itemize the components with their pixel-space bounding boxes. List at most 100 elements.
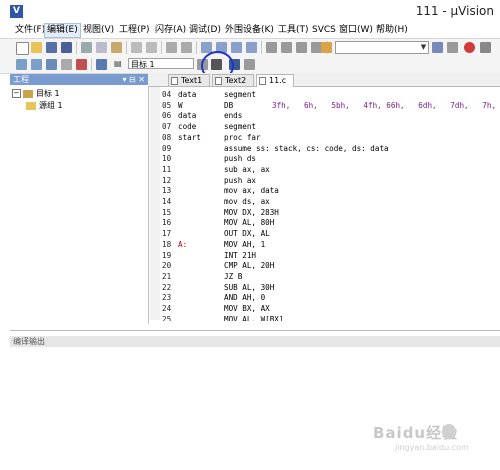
line-number: 17: [162, 229, 172, 239]
toolbar-separator: [161, 41, 162, 54]
debug-session-icon[interactable]: [464, 42, 475, 53]
line-number: 23: [162, 293, 172, 303]
comment-icon[interactable]: [296, 42, 307, 53]
stop-build-icon[interactable]: [76, 59, 87, 70]
tab-label: Text1: [181, 76, 203, 85]
file-icon: [215, 77, 222, 85]
build-icon[interactable]: [31, 59, 42, 70]
app-icon: V: [10, 5, 23, 18]
code-instruction: sub ax, ax: [224, 164, 270, 174]
menu-svcs[interactable]: SVCS: [310, 24, 338, 37]
collapse-icon[interactable]: −: [12, 89, 21, 98]
line-number: 15: [162, 207, 172, 217]
line-number: 16: [162, 218, 172, 228]
line-number: 20: [162, 261, 172, 271]
menu-bar: 文件(F) 编辑(E) 视图(V) 工程(P) 闪存(A) 调试(D) 外围设备…: [0, 23, 500, 39]
line-number: 13: [162, 186, 172, 196]
line-number: 09: [162, 143, 172, 153]
line-number: 18: [162, 239, 172, 249]
tab-11c[interactable]: 11.c: [256, 74, 294, 87]
target-select[interactable]: 目标 1: [128, 58, 194, 69]
code-instruction: INT 21H: [224, 250, 257, 260]
cut-icon[interactable]: [81, 42, 92, 53]
file-toolbar: ▼: [0, 39, 500, 57]
menu-tools[interactable]: 工具(T): [276, 24, 311, 37]
rebuild-icon[interactable]: [46, 59, 57, 70]
code-instruction: CMP AL, 20H: [224, 261, 275, 271]
file-icon: [171, 77, 178, 85]
incremental-find-icon[interactable]: [447, 42, 458, 53]
menu-help[interactable]: 帮助(H): [374, 24, 410, 37]
paste-icon[interactable]: [111, 42, 122, 53]
line-number: 11: [162, 164, 172, 174]
find-combo[interactable]: ▼: [335, 41, 429, 54]
download-icon[interactable]: [96, 59, 107, 70]
line-number: 25: [162, 314, 172, 321]
redo-icon[interactable]: [146, 42, 157, 53]
clear-bookmarks-icon[interactable]: [246, 42, 257, 53]
tree-item-target[interactable]: − 目标 1: [12, 88, 60, 99]
line-number: 12: [162, 175, 172, 185]
toolbar-separator: [196, 41, 197, 54]
find-icon[interactable]: [432, 42, 443, 53]
menu-debug[interactable]: 调试(D): [187, 24, 223, 37]
indent-icon[interactable]: [266, 42, 277, 53]
file-icon: [259, 77, 266, 85]
code-label: W: [178, 100, 183, 110]
window-title: 111 - μVision: [415, 4, 494, 18]
menu-peripherals[interactable]: 外围设备(K): [223, 24, 276, 37]
tree-item-group[interactable]: 源组 1: [26, 100, 63, 111]
build-toolbar: ▤ 目标 1: [0, 56, 500, 74]
code-instruction: push ax: [224, 175, 257, 185]
line-number: 14: [162, 197, 172, 206]
file-extensions-icon[interactable]: [244, 59, 255, 70]
toolbar-separator: [76, 41, 77, 54]
nav-forward-icon[interactable]: [181, 42, 192, 53]
menu-edit[interactable]: 编辑(E): [44, 23, 81, 38]
code-instruction: JZ B: [224, 271, 243, 281]
translate-icon[interactable]: [16, 59, 27, 70]
breakpoint-icon[interactable]: [480, 42, 491, 53]
line-number: 10: [162, 154, 172, 164]
open-file-icon[interactable]: [31, 42, 42, 53]
tab-text1[interactable]: Text1: [168, 74, 210, 86]
code-instruction: AND AH, 0: [224, 293, 266, 303]
line-number: 05: [162, 100, 172, 110]
code-instruction: segment: [224, 90, 257, 99]
nav-back-icon[interactable]: [166, 42, 177, 53]
menu-file[interactable]: 文件(F): [13, 24, 47, 37]
baidu-watermark-url: jingyan.baidu.com: [395, 443, 469, 452]
menu-project[interactable]: 工程(P): [117, 24, 151, 37]
menu-flash[interactable]: 闪存(A): [153, 24, 188, 37]
code-instruction: MOV DX, 283H: [224, 207, 279, 217]
save-all-icon[interactable]: [61, 42, 72, 53]
tree-item-group-label: 源组 1: [39, 101, 63, 110]
line-number: 04: [162, 90, 172, 99]
code-label: A:: [178, 239, 188, 249]
tab-label: Text2: [225, 76, 247, 85]
code-instruction: MOV AL, W[BX]: [224, 314, 284, 321]
panel-controls[interactable]: ▾ ⊟ ✕: [122, 74, 145, 85]
line-number: 21: [162, 271, 172, 281]
code-editor[interactable]: 04 data segment 05 W DB 3fh, 6h, 5bh, 4fh, 66h…: [160, 87, 500, 321]
new-file-icon[interactable]: [16, 42, 29, 55]
find-in-files-icon[interactable]: [321, 42, 332, 53]
next-bookmark-icon[interactable]: [231, 42, 242, 53]
batch-build-icon[interactable]: [61, 59, 72, 70]
target-icon: [23, 89, 33, 98]
copy-icon[interactable]: [96, 42, 107, 53]
code-instruction: MOV AL, 80H: [224, 218, 275, 228]
chevron-down-icon: ▼: [420, 43, 427, 51]
menu-view[interactable]: 视图(V): [81, 24, 116, 37]
unindent-icon[interactable]: [281, 42, 292, 53]
editor-tabs: Text1 Text2 11.c: [148, 73, 500, 87]
code-label: data: [178, 90, 197, 99]
code-label: code: [178, 122, 197, 132]
line-number: 07: [162, 122, 172, 132]
menu-window[interactable]: 窗口(W): [337, 24, 375, 37]
code-instruction: assume ss: stack, cs: code, ds: data: [224, 143, 389, 153]
undo-icon[interactable]: [131, 42, 142, 53]
tab-text2[interactable]: Text2: [212, 74, 254, 86]
save-icon[interactable]: [46, 42, 57, 53]
code-instruction: mov ax, data: [224, 186, 279, 196]
